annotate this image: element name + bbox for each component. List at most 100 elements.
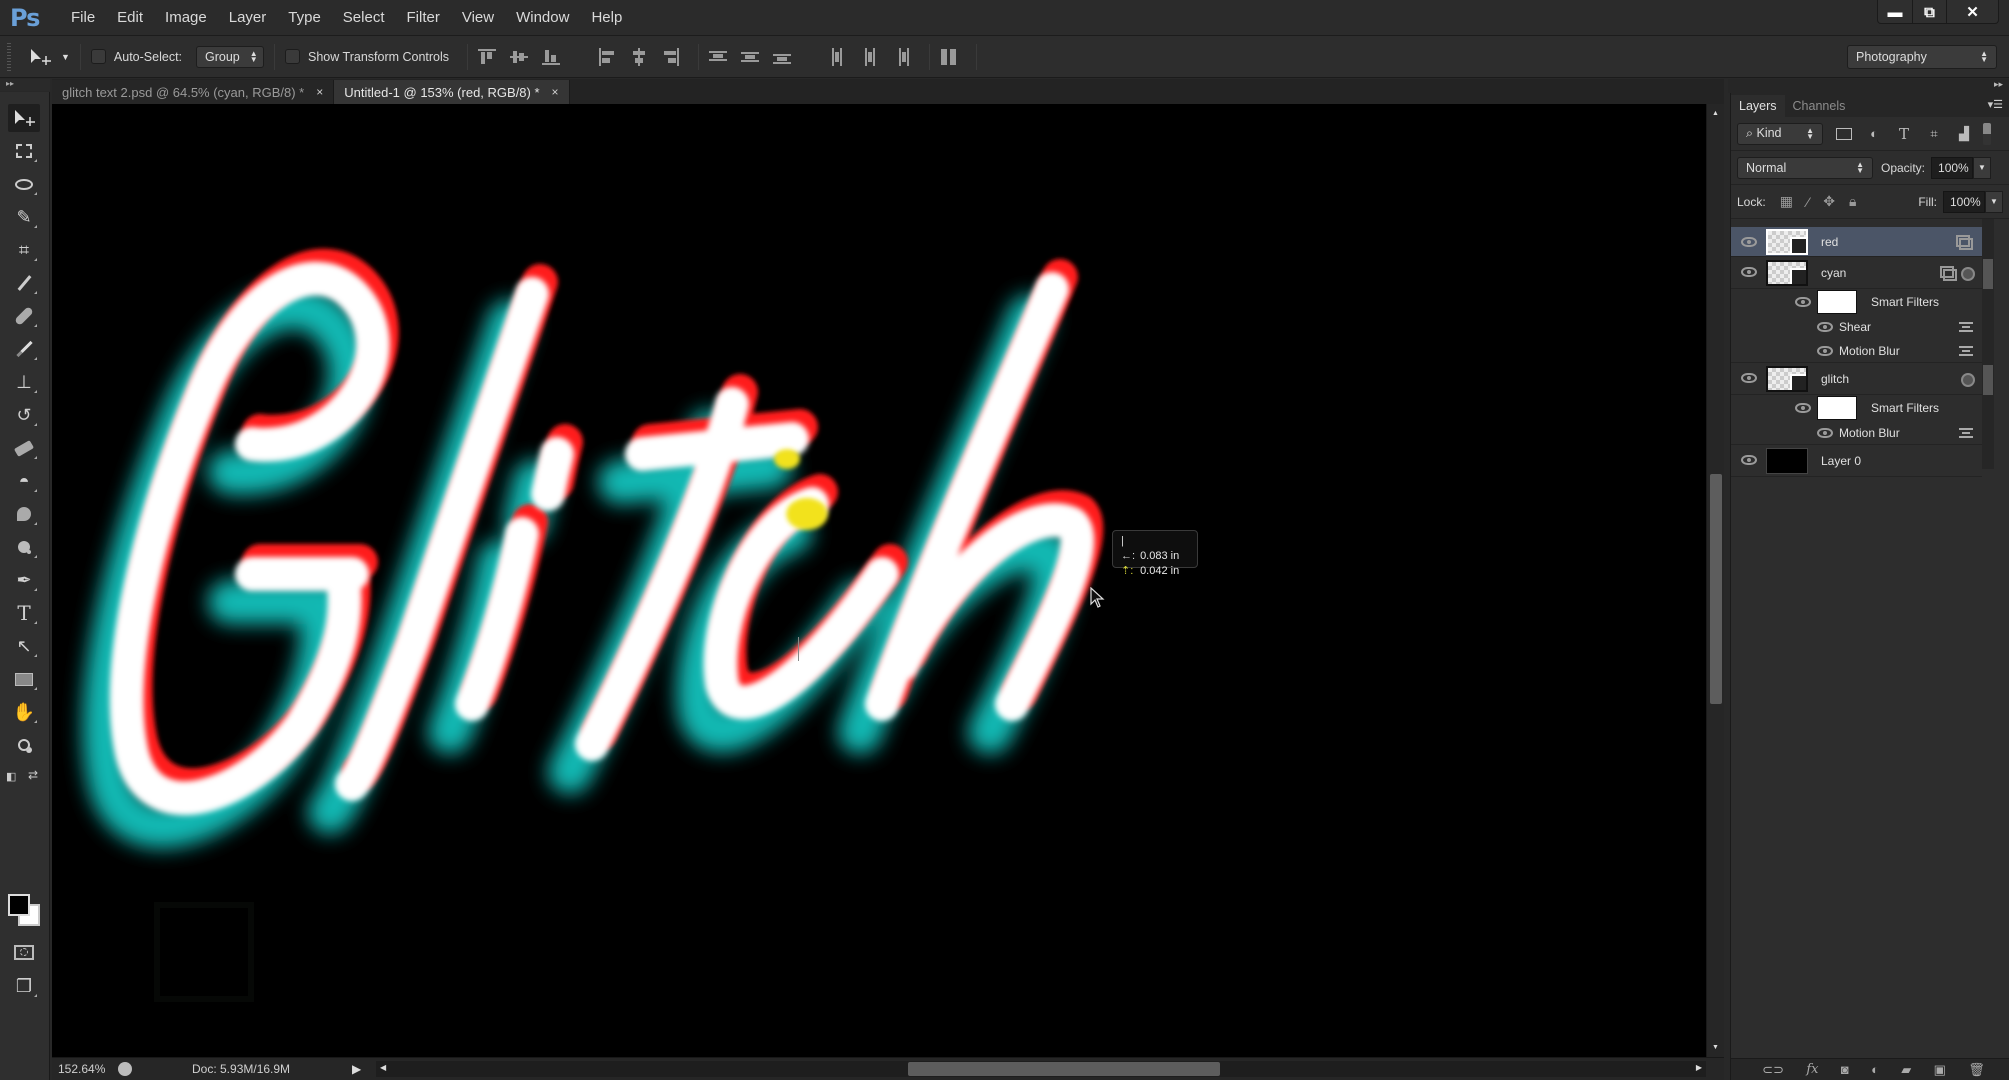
fill-input[interactable]: 100%	[1943, 190, 1985, 213]
quick-mask-mode-button[interactable]	[8, 938, 40, 966]
brush-tool-button[interactable]	[8, 335, 40, 363]
visibility-eye-icon[interactable]	[1741, 455, 1757, 465]
blend-mode-select[interactable]: Normal ▲ ▼	[1737, 156, 1873, 179]
type-layer-filter-icon[interactable]: T	[1895, 125, 1913, 143]
delete-layer-icon[interactable]: 🗑︎	[1968, 1062, 1985, 1078]
move-tool-button[interactable]	[8, 104, 40, 132]
distribute-right-edges-icon[interactable]	[893, 47, 911, 66]
visibility-eye-icon[interactable]	[1741, 237, 1757, 247]
history-brush-tool-button[interactable]: ↺	[8, 401, 40, 429]
visibility-eye-icon[interactable]	[1817, 346, 1833, 356]
filter-blending-options-icon[interactable]	[1959, 322, 1973, 332]
document-canvas[interactable]: |←: 0.083 in ⇡: 0.042 in	[52, 104, 1706, 1057]
restore-button[interactable]: ⧉	[1912, 0, 1946, 24]
zoom-tool-button[interactable]	[8, 731, 40, 759]
distribute-top-edges-icon[interactable]	[709, 48, 728, 66]
vertical-scrollbar-thumb[interactable]	[1710, 474, 1722, 704]
layer-row-cyan[interactable]: cyan	[1731, 257, 1982, 289]
adjustment-layer-filter-icon[interactable]: ◐	[1865, 125, 1883, 143]
menu-file[interactable]: File	[60, 9, 106, 26]
lock-all-icon[interactable]: 🔒︎	[1849, 193, 1856, 210]
filter-row-motion-blur[interactable]: Motion Blur	[1731, 339, 1982, 363]
tab-layers[interactable]: Layers	[1731, 95, 1785, 117]
spot-healing-brush-tool-button[interactable]	[8, 302, 40, 330]
align-bottom-edges-icon[interactable]	[542, 48, 561, 66]
layer-row-glitch[interactable]: glitch	[1731, 363, 1982, 395]
horizontal-scrollbar[interactable]: ◀ ▶	[376, 1061, 1706, 1077]
add-mask-icon[interactable]: ◙	[1841, 1062, 1849, 1077]
workspace-select[interactable]: Photography ▲ ▼	[1847, 45, 1997, 69]
smart-filters-row[interactable]: Smart Filters	[1731, 289, 1982, 315]
status-menu-arrow-icon[interactable]: ▶	[352, 1062, 361, 1076]
align-top-edges-icon[interactable]	[478, 48, 497, 66]
lock-position-icon[interactable]: ✥	[1823, 193, 1835, 210]
layer-row-layer-0[interactable]: Layer 0	[1731, 445, 1982, 477]
auto-select-mode-select[interactable]: Group ▲ ▼	[196, 45, 265, 68]
rectangle-tool-button[interactable]	[8, 665, 40, 693]
scroll-down-icon[interactable]: ▼	[1712, 1044, 1719, 1051]
distribute-vertical-centers-icon[interactable]	[741, 48, 760, 66]
align-horizontal-centers-icon[interactable]	[630, 47, 648, 66]
smart-filter-indicator-icon[interactable]	[1961, 373, 1975, 387]
filter-toggle-switch[interactable]	[1983, 122, 1991, 145]
type-tool-button[interactable]: T	[8, 599, 40, 627]
path-selection-tool-button[interactable]: ↖	[8, 632, 40, 660]
filter-row-shear[interactable]: Shear	[1731, 315, 1982, 339]
menu-select[interactable]: Select	[332, 9, 396, 26]
pixel-layer-filter-icon[interactable]	[1835, 125, 1853, 143]
clone-stamp-tool-button[interactable]: ⊥	[8, 368, 40, 396]
smart-object-filter-icon[interactable]: ▟	[1955, 125, 1973, 143]
lock-transparent-pixels-icon[interactable]: ▦	[1780, 193, 1793, 210]
menu-layer[interactable]: Layer	[218, 9, 278, 26]
swap-colors-icon[interactable]: ⇄	[28, 768, 38, 782]
eraser-tool-button[interactable]	[8, 434, 40, 462]
align-vertical-centers-icon[interactable]	[510, 48, 529, 66]
menu-edit[interactable]: Edit	[106, 9, 154, 26]
screen-mode-button[interactable]: ❐	[8, 972, 40, 1000]
close-tab-icon[interactable]: ×	[316, 85, 323, 99]
add-layer-style-icon[interactable]: fx	[1806, 1062, 1818, 1077]
layers-scrollbar-thumb[interactable]	[1983, 365, 1993, 395]
close-button[interactable]: ✕	[1946, 0, 1998, 24]
tab-untitled-1[interactable]: Untitled-1 @ 153% (red, RGB/8) * ×	[334, 80, 570, 104]
crop-tool-button[interactable]: ⌗	[8, 236, 40, 264]
horizontal-scrollbar-thumb[interactable]	[908, 1062, 1220, 1076]
scroll-left-icon[interactable]: ◀	[380, 1063, 386, 1072]
panel-menu-icon[interactable]: ▾☰	[1988, 98, 2003, 111]
menu-window[interactable]: Window	[505, 9, 580, 26]
zoom-level-field[interactable]: 152.64%	[58, 1062, 118, 1076]
new-group-icon[interactable]: ▰	[1901, 1062, 1911, 1078]
lock-image-pixels-icon[interactable]: ⁄	[1807, 194, 1809, 210]
visibility-eye-icon[interactable]	[1741, 373, 1757, 383]
new-layer-icon[interactable]: ▣	[1934, 1062, 1946, 1078]
fill-slider-button[interactable]: ▼	[1985, 190, 2003, 213]
paint-bucket-tool-button[interactable]: ◓	[8, 467, 40, 495]
foreground-color-swatch[interactable]	[8, 894, 30, 916]
layers-scrollbar-thumb[interactable]	[1983, 259, 1993, 289]
vertical-scrollbar[interactable]: ▲ ▼	[1706, 104, 1724, 1057]
visibility-eye-icon[interactable]	[1817, 322, 1833, 332]
lasso-tool-button[interactable]	[8, 170, 40, 198]
shape-layer-filter-icon[interactable]: ⌗	[1925, 125, 1943, 143]
filter-blending-options-icon[interactable]	[1959, 346, 1973, 356]
pen-tool-button[interactable]: ✒	[8, 566, 40, 594]
visibility-eye-icon[interactable]	[1817, 428, 1833, 438]
toolbar-collapse-button[interactable]: ▸▸	[0, 79, 50, 91]
minimize-button[interactable]: ▬	[1878, 0, 1912, 24]
collapse-panels-icon[interactable]: ▸▸	[1994, 79, 2003, 90]
tab-glitch-text-2[interactable]: glitch text 2.psd @ 64.5% (cyan, RGB/8) …	[52, 80, 335, 104]
distribute-horizontal-centers-icon[interactable]	[861, 47, 879, 66]
menu-view[interactable]: View	[451, 9, 505, 26]
distribute-left-edges-icon[interactable]	[829, 47, 847, 66]
menu-help[interactable]: Help	[580, 9, 633, 26]
options-bar-grip[interactable]	[7, 42, 11, 71]
smart-filter-indicator-icon[interactable]	[1961, 267, 1975, 281]
opacity-slider-button[interactable]: ▼	[1973, 156, 1992, 179]
document-info-icon[interactable]	[118, 1062, 132, 1076]
tool-preset-picker[interactable]: ▼	[29, 48, 70, 66]
menu-image[interactable]: Image	[154, 9, 218, 26]
eyedropper-tool-button[interactable]	[8, 269, 40, 297]
menu-type[interactable]: Type	[277, 9, 332, 26]
align-left-edges-icon[interactable]	[598, 47, 616, 66]
close-tab-icon[interactable]: ×	[552, 85, 559, 99]
